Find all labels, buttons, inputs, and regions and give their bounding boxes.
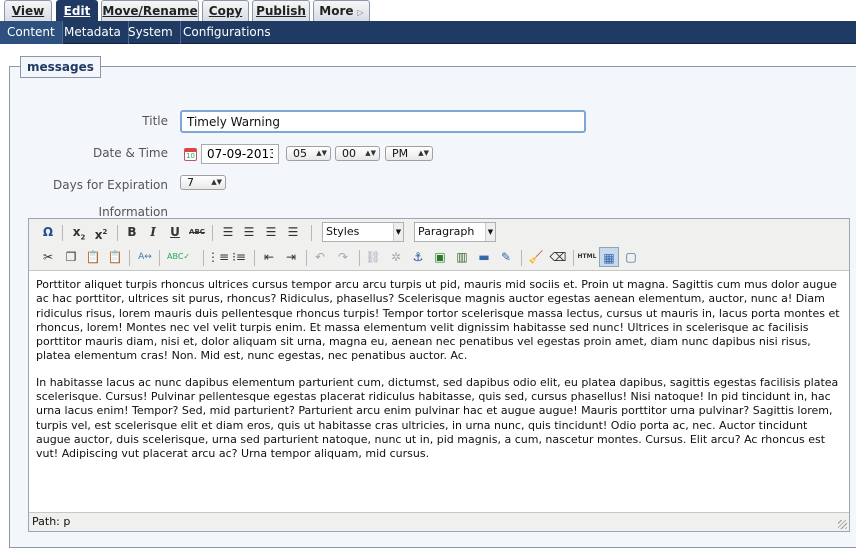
- toolbar-separator: [359, 250, 360, 266]
- spellcheck-icon[interactable]: ABC✓: [167, 247, 190, 267]
- superscript-icon[interactable]: x2: [91, 222, 111, 242]
- image-icon[interactable]: ▣: [430, 247, 450, 267]
- chevron-right-icon: ▷: [357, 8, 364, 17]
- bullet-list-icon[interactable]: ⋮≡: [207, 247, 229, 267]
- anchor-icon[interactable]: ⚓: [408, 247, 428, 267]
- select-caret-icon: ▲▼: [316, 149, 327, 157]
- toolbar-separator: [159, 250, 160, 266]
- expiration-select[interactable]: 7 ▲▼: [180, 175, 226, 190]
- subnav-metadata[interactable]: Metadata: [57, 21, 129, 44]
- unlink-icon[interactable]: ✲: [386, 247, 406, 267]
- sub-nav: Content Metadata System Configurations: [0, 21, 856, 44]
- underline-icon[interactable]: U: [165, 222, 185, 242]
- expiration-label: Days for Expiration: [53, 178, 168, 192]
- paste-word-icon[interactable]: 📋: [105, 247, 125, 267]
- subscript-icon[interactable]: x2: [69, 222, 89, 242]
- path-text: Path: p: [32, 515, 71, 528]
- minute-select[interactable]: 00 ▲▼: [335, 146, 380, 161]
- strikethrough-icon[interactable]: ABC: [187, 222, 207, 242]
- resize-handle-icon[interactable]: [838, 520, 847, 529]
- toolbar-separator: [254, 250, 255, 266]
- tab-view[interactable]: View: [4, 0, 52, 21]
- fieldset-legend: messages: [20, 56, 101, 78]
- styles-value: Styles: [326, 225, 360, 238]
- minute-value: 00: [342, 147, 356, 160]
- hr-icon[interactable]: ▬: [474, 247, 494, 267]
- select-caret-icon: ▲▼: [211, 178, 222, 186]
- editor-toolbar: Ω x2 x2 B I U ABC ☰ ☰ ☰ ☰ Styles ▼ Paragr…: [29, 219, 849, 271]
- toolbar-separator: [117, 225, 118, 241]
- format-value: Paragraph: [418, 225, 475, 238]
- editor-path-bar: Path: p: [29, 512, 849, 531]
- outdent-icon[interactable]: ⇤: [259, 247, 279, 267]
- numbered-list-icon[interactable]: ⁝≡: [229, 247, 249, 267]
- toolbar-separator: [203, 250, 204, 266]
- rich-text-editor: Ω x2 x2 B I U ABC ☰ ☰ ☰ ☰ Styles ▼ Paragr…: [28, 218, 850, 532]
- cleanup-icon[interactable]: 🧹: [526, 247, 546, 267]
- information-label: Information: [98, 205, 168, 219]
- align-left-icon[interactable]: ☰: [218, 222, 238, 242]
- title-input[interactable]: [180, 110, 586, 133]
- subnav-configurations[interactable]: Configurations: [176, 21, 278, 44]
- paste-icon[interactable]: 📋: [83, 247, 103, 267]
- media-icon[interactable]: ▥: [452, 247, 472, 267]
- bold-icon[interactable]: B: [122, 222, 142, 242]
- cut-icon[interactable]: ✂: [38, 247, 58, 267]
- align-right-icon[interactable]: ☰: [261, 222, 281, 242]
- toolbar-separator: [521, 250, 522, 266]
- undo-icon[interactable]: ↶: [310, 247, 330, 267]
- content-paragraph: In habitasse lacus ac nunc dapibus eleme…: [36, 375, 839, 461]
- html-icon[interactable]: HTML: [576, 247, 598, 267]
- toolbar-separator: [62, 225, 63, 241]
- find-replace-icon[interactable]: A↔: [135, 247, 155, 267]
- styles-select[interactable]: Styles ▼: [322, 222, 404, 242]
- subnav-content[interactable]: Content: [0, 21, 63, 44]
- hour-value: 05: [293, 147, 307, 160]
- editor-content[interactable]: Porttitor aliquet turpis rhoncus ultrice…: [29, 272, 849, 512]
- format-select[interactable]: Paragraph ▼: [414, 222, 496, 242]
- content-paragraph: Porttitor aliquet turpis rhoncus ultrice…: [36, 278, 840, 363]
- tab-more-label: More: [319, 4, 354, 18]
- align-center-icon[interactable]: ☰: [239, 222, 259, 242]
- omega-icon[interactable]: Ω: [38, 222, 58, 242]
- expiration-value: 7: [187, 176, 194, 189]
- redo-icon[interactable]: ↷: [333, 247, 353, 267]
- italic-icon[interactable]: I: [143, 222, 163, 242]
- tab-more[interactable]: More ▷: [313, 0, 370, 21]
- toolbar-separator: [129, 250, 130, 266]
- tab-publish[interactable]: Publish: [252, 0, 310, 21]
- align-justify-icon[interactable]: ☰: [283, 222, 303, 242]
- preview-icon[interactable]: ▢: [621, 247, 641, 267]
- main-area: messages Title Date & Time 10 05▲▼ 00▲▼ …: [0, 44, 856, 548]
- select-caret-icon: ▲▼: [418, 149, 429, 157]
- eraser-icon[interactable]: ⌫: [548, 247, 568, 267]
- copy-icon[interactable]: ❐: [61, 247, 81, 267]
- title-label: Title: [142, 114, 168, 128]
- toolbar-separator: [306, 250, 307, 266]
- table-icon[interactable]: ▦: [599, 247, 619, 267]
- select-caret-icon: ▲▼: [365, 149, 376, 157]
- chevron-down-icon: ▼: [485, 223, 495, 241]
- hour-select[interactable]: 05 ▲▼: [286, 146, 331, 161]
- chevron-down-icon: ▼: [393, 223, 403, 241]
- ampm-value: PM: [392, 147, 409, 160]
- indent-icon[interactable]: ⇥: [281, 247, 301, 267]
- date-time-label: Date & Time: [92, 146, 168, 160]
- calendar-icon[interactable]: 10: [184, 148, 197, 161]
- tab-move-rename[interactable]: Move/Rename: [101, 0, 199, 21]
- toolbar-separator: [212, 225, 213, 241]
- tab-edit[interactable]: Edit: [56, 0, 98, 21]
- tab-copy[interactable]: Copy: [202, 0, 249, 21]
- toolbar-separator: [573, 250, 574, 266]
- toolbar-separator: [311, 225, 312, 241]
- edit-icon[interactable]: ✎: [496, 247, 516, 267]
- link-icon[interactable]: ⛓: [363, 247, 383, 267]
- ampm-select[interactable]: PM ▲▼: [385, 146, 433, 161]
- top-tab-bar: View Edit Move/Rename Copy Publish More ▷: [0, 0, 856, 21]
- date-input[interactable]: [201, 144, 279, 164]
- subnav-system[interactable]: System: [121, 21, 181, 44]
